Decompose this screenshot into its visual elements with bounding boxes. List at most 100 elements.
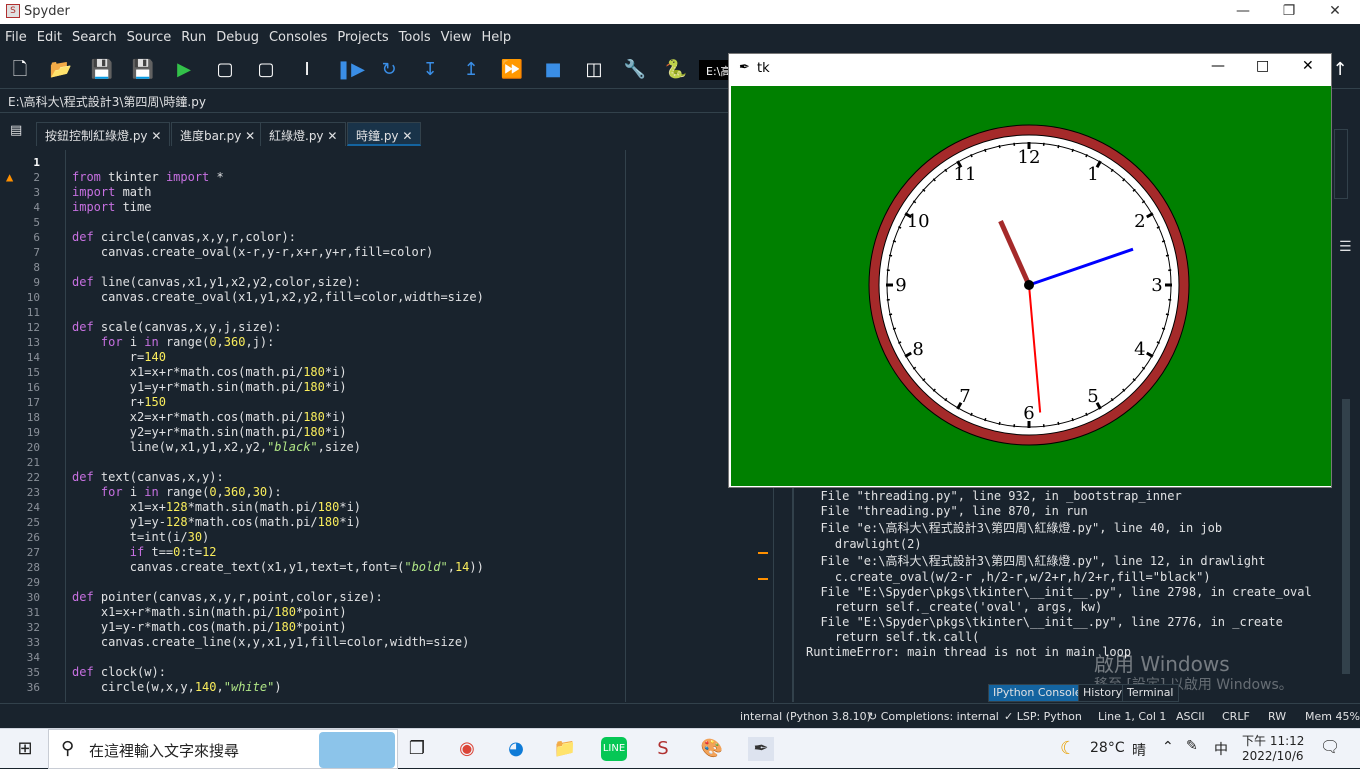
- code-line[interactable]: line(w,x1,y1,x2,y2,"black",size): [72, 440, 361, 454]
- continue-icon[interactable]: ⏩: [500, 59, 524, 81]
- maximize-pane-icon[interactable]: ◫: [582, 59, 606, 81]
- working-directory-field[interactable]: E:\高: [699, 60, 731, 80]
- tk-window[interactable]: ✒ tk — □ ✕ 121234567891011: [728, 53, 1332, 488]
- close-tab-icon[interactable]: ✕: [151, 129, 161, 143]
- code-line[interactable]: circle(w,x,y,140,"white"): [72, 680, 282, 694]
- clock-date[interactable]: 2022/10/6: [1242, 749, 1304, 763]
- code-line[interactable]: x1=x+r*math.cos(math.pi/180*i): [72, 365, 347, 379]
- task-view-icon[interactable]: ❐: [404, 737, 430, 761]
- run-selection-icon[interactable]: I: [295, 59, 319, 81]
- debug-icon[interactable]: ❚▶: [336, 59, 360, 81]
- code-area[interactable]: from tkinter import *import mathimport t…: [0, 150, 760, 702]
- preferences-wrench-icon[interactable]: 🔧: [623, 59, 647, 81]
- options-menu-icon[interactable]: ☰: [1339, 239, 1352, 255]
- menu-consoles[interactable]: Consoles: [264, 24, 332, 45]
- tk-maximize-button[interactable]: □: [1256, 58, 1269, 74]
- spyder-taskbar-icon[interactable]: S: [650, 737, 676, 761]
- line-app-icon[interactable]: LINE: [601, 737, 627, 761]
- close-tab-icon[interactable]: ✕: [402, 129, 412, 143]
- code-line[interactable]: def clock(w):: [72, 665, 166, 679]
- code-line[interactable]: if t==0:t=12: [72, 545, 217, 559]
- code-line[interactable]: canvas.create_line(x,y,x1,y1,fill=color,…: [72, 635, 469, 649]
- clock-time[interactable]: 下午 11:12: [1242, 732, 1304, 749]
- code-line[interactable]: r=140: [72, 350, 166, 364]
- code-line[interactable]: def scale(canvas,x,y,j,size):: [72, 320, 282, 334]
- browse-tabs-icon[interactable]: ▤: [10, 123, 22, 138]
- tab-traffic-light[interactable]: 紅綠燈.py ✕: [260, 122, 346, 146]
- new-file-icon[interactable]: 🗋: [8, 59, 32, 81]
- pane-scrollbar[interactable]: [1334, 129, 1348, 199]
- tab-clock[interactable]: 時鐘.py ✕: [347, 122, 421, 146]
- code-line[interactable]: canvas.create_oval(x1,y1,x2,y2,fill=colo…: [72, 290, 484, 304]
- save-icon[interactable]: 💾: [90, 59, 114, 81]
- close-tab-icon[interactable]: ✕: [327, 129, 337, 143]
- tab-ipython-console[interactable]: IPython Console: [988, 684, 1087, 702]
- code-line[interactable]: r+150: [72, 395, 166, 409]
- code-line[interactable]: t=int(i/30): [72, 530, 209, 544]
- tab-traffic-light-button[interactable]: 按鈕控制紅綠燈.py ✕: [36, 122, 170, 146]
- code-line[interactable]: x1=x+r*math.sin(math.pi/180*point): [72, 605, 347, 619]
- code-line[interactable]: y2=y+r*math.sin(math.pi/180*i): [72, 425, 347, 439]
- chrome-icon[interactable]: ◉: [454, 737, 480, 761]
- console-scrollbar[interactable]: [1342, 399, 1350, 674]
- code-line[interactable]: def pointer(canvas,x,y,r,point,color,siz…: [72, 590, 383, 604]
- code-line[interactable]: import time: [72, 200, 151, 214]
- run-cell-advance-icon[interactable]: ▢: [254, 59, 278, 81]
- run-cell-icon[interactable]: ▢: [213, 59, 237, 81]
- code-line[interactable]: x2=x+r*math.cos(math.pi/180*i): [72, 410, 347, 424]
- step-return-icon[interactable]: ↥: [459, 59, 483, 81]
- taskbar-search-box[interactable]: ⚲ 在這裡輸入文字來搜尋: [48, 729, 398, 769]
- menu-projects[interactable]: Projects: [332, 24, 393, 45]
- pen-icon[interactable]: ✎: [1186, 738, 1198, 754]
- code-line[interactable]: y1=y-r*math.cos(math.pi/180*point): [72, 620, 347, 634]
- tab-history[interactable]: History: [1078, 684, 1127, 702]
- tab-progress-bar[interactable]: 進度bar.py ✕: [171, 122, 264, 146]
- code-editor[interactable]: 1234567891011121314151617181920212223242…: [0, 150, 792, 702]
- close-button[interactable]: ✕: [1312, 0, 1358, 24]
- save-all-icon[interactable]: 💾: [131, 59, 155, 81]
- paint-icon[interactable]: 🎨: [699, 737, 725, 761]
- python-feather-icon[interactable]: ✒: [748, 737, 774, 761]
- code-line[interactable]: def text(canvas,x,y):: [72, 470, 224, 484]
- run-icon[interactable]: ▶: [172, 59, 196, 81]
- open-file-icon[interactable]: 📂: [49, 59, 73, 81]
- menu-view[interactable]: View: [436, 24, 477, 45]
- menu-debug[interactable]: Debug: [211, 24, 264, 45]
- code-line[interactable]: import math: [72, 185, 151, 199]
- code-line[interactable]: x1=x+128*math.sin(math.pi/180*i): [72, 500, 361, 514]
- step-into-icon[interactable]: ↧: [418, 59, 442, 81]
- code-line[interactable]: from tkinter import *: [72, 170, 224, 184]
- menu-help[interactable]: Help: [477, 24, 517, 45]
- close-tab-icon[interactable]: ✕: [245, 129, 255, 143]
- weather-temp[interactable]: 28°C: [1090, 740, 1125, 756]
- python-path-icon[interactable]: 🐍: [664, 59, 688, 81]
- step-over-icon[interactable]: ↻: [377, 59, 401, 81]
- code-line[interactable]: def line(canvas,x1,y1,x2,y2,color,size):: [72, 275, 361, 289]
- interpreter-status[interactable]: internal (Python 3.8.10): [740, 710, 871, 723]
- edge-icon[interactable]: ◕: [503, 737, 529, 761]
- code-line[interactable]: y1=y+r*math.sin(math.pi/180*i): [72, 380, 347, 394]
- code-line[interactable]: canvas.create_oval(x-r,y-r,x+r,y+r,fill=…: [72, 245, 433, 259]
- code-line[interactable]: def circle(canvas,x,y,r,color):: [72, 230, 296, 244]
- menu-edit[interactable]: Edit: [32, 24, 67, 45]
- menu-file[interactable]: File: [0, 24, 32, 45]
- start-button-icon[interactable]: ⊞: [12, 737, 38, 761]
- lsp-status[interactable]: ✓ LSP: Python: [1004, 710, 1082, 723]
- stop-debug-icon[interactable]: ■: [541, 59, 565, 81]
- code-line[interactable]: for i in range(0,360,30):: [72, 485, 282, 499]
- ime-indicator[interactable]: 中: [1214, 739, 1228, 759]
- code-line[interactable]: canvas.create_text(x1,y1,text=t,font=("b…: [72, 560, 484, 574]
- minimize-button[interactable]: —: [1220, 0, 1266, 24]
- notification-icon[interactable]: 🗨: [1320, 737, 1340, 756]
- menu-search[interactable]: Search: [67, 24, 122, 45]
- tk-close-button[interactable]: ✕: [1302, 58, 1314, 74]
- tab-terminal[interactable]: Terminal: [1122, 684, 1179, 702]
- code-line[interactable]: for i in range(0,360,j):: [72, 335, 274, 349]
- menu-source[interactable]: Source: [122, 24, 177, 45]
- menu-tools[interactable]: Tools: [394, 24, 436, 45]
- chevron-up-icon[interactable]: ⌃: [1162, 739, 1174, 755]
- file-explorer-icon[interactable]: 📁: [552, 737, 578, 761]
- code-line[interactable]: y1=y-128*math.cos(math.pi/180*i): [72, 515, 361, 529]
- tk-minimize-button[interactable]: —: [1211, 58, 1225, 74]
- restore-button[interactable]: ❐: [1266, 0, 1312, 24]
